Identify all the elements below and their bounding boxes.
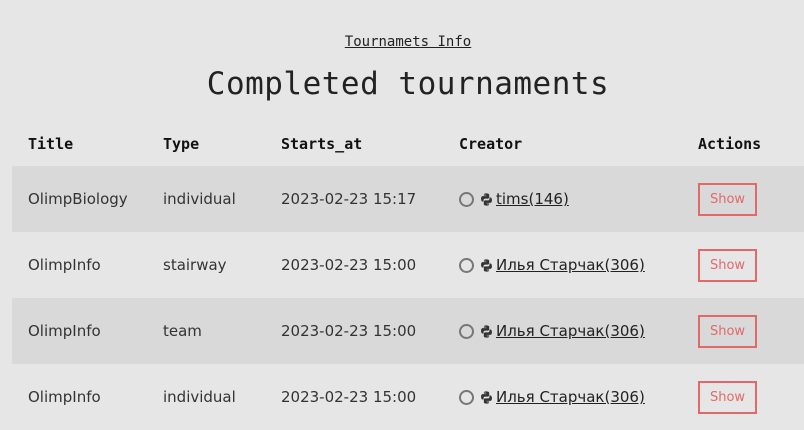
tournament-starts-at: 2023-02-23 15:00 [281, 232, 459, 298]
creator-link[interactable]: Илья Старчак(306) [496, 256, 645, 274]
show-button[interactable]: Show [698, 314, 757, 348]
python-icon [481, 324, 492, 338]
tournament-starts-at: 2023-02-23 15:17 [281, 166, 459, 232]
creator-link[interactable]: Илья Старчак(306) [496, 388, 645, 406]
tournament-title: OlimpInfo [12, 364, 163, 430]
python-icon [481, 192, 492, 206]
python-icon [481, 390, 492, 404]
tournament-starts-at: 2023-02-23 15:00 [281, 364, 459, 430]
column-header-starts-at: Starts_at [281, 135, 363, 153]
table-header-row: Title Type Starts_at Creator Actions [12, 122, 804, 166]
status-circle-icon [459, 191, 474, 207]
column-header-actions: Actions [698, 135, 762, 153]
status-circle-icon [459, 389, 474, 405]
tournament-title: OlimpBiology [12, 166, 163, 232]
tournament-starts-at: 2023-02-23 15:00 [281, 298, 459, 364]
show-button[interactable]: Show [698, 380, 757, 414]
tournament-type: stairway [163, 232, 281, 298]
status-circle-icon [459, 257, 474, 273]
tournament-type: individual [163, 364, 281, 430]
table-row: OlimpBiology individual 2023-02-23 15:17… [12, 166, 804, 232]
tournament-type: individual [163, 166, 281, 232]
table-row: OlimpInfo stairway 2023-02-23 15:00 Илья… [12, 232, 804, 298]
status-circle-icon [459, 323, 474, 339]
tournaments-table: Title Type Starts_at Creator Actions Oli… [12, 122, 804, 430]
tournament-title: OlimpInfo [12, 298, 163, 364]
python-icon [481, 258, 492, 272]
page-title: Completed tournaments [206, 66, 610, 102]
tournament-type: team [163, 298, 281, 364]
creator-link[interactable]: Илья Старчак(306) [496, 322, 645, 340]
column-header-creator: Creator [459, 135, 523, 153]
tournament-creator-cell: Илья Старчак(306) [459, 298, 698, 364]
tournament-creator-cell: Илья Старчак(306) [459, 232, 698, 298]
table-row: OlimpInfo team 2023-02-23 15:00 Илья Ста… [12, 298, 804, 364]
show-button[interactable]: Show [698, 248, 757, 282]
column-header-title: Title [28, 135, 74, 153]
table-row: OlimpInfo individual 2023-02-23 15:00 Ил… [12, 364, 804, 430]
tournament-title: OlimpInfo [12, 232, 163, 298]
column-header-type: Type [163, 135, 200, 153]
creator-link[interactable]: tims(146) [496, 190, 569, 208]
tournament-creator-cell: tims(146) [459, 166, 698, 232]
tournament-creator-cell: Илья Старчак(306) [459, 364, 698, 430]
tournaments-info-link[interactable]: Tournamets Info [0, 34, 804, 50]
show-button[interactable]: Show [698, 182, 757, 216]
